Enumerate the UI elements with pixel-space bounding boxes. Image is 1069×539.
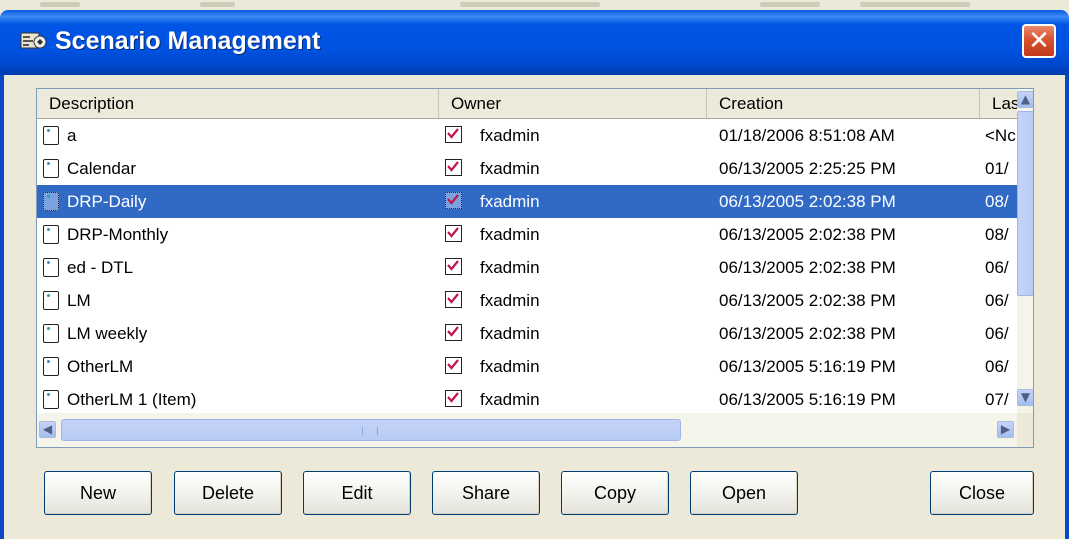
- cell-last: 08/: [985, 192, 1009, 211]
- scenario-management-dialog: Scenario Management ✕ Description Owner …: [0, 10, 1069, 539]
- cell-creation: 06/13/2005 2:02:38 PM: [719, 258, 896, 277]
- open-button[interactable]: Open: [690, 471, 798, 515]
- cell-owner: fxadmin: [480, 126, 540, 145]
- owner-check-icon: [445, 324, 462, 341]
- cell-description: OtherLM 1 (Item): [67, 390, 197, 409]
- column-header-last[interactable]: Las: [980, 89, 1017, 118]
- scroll-grip-icon: [362, 427, 378, 435]
- cell-creation: 06/13/2005 2:25:25 PM: [719, 159, 896, 178]
- cell-description: ed - DTL: [67, 258, 134, 277]
- cell-owner: fxadmin: [480, 192, 540, 211]
- chevron-down-icon: ▼: [1020, 390, 1031, 404]
- column-header-description[interactable]: Description: [37, 89, 439, 118]
- cell-owner: fxadmin: [480, 357, 540, 376]
- cell-description: DRP-Daily: [67, 192, 147, 211]
- horizontal-scrollbar[interactable]: ◀ ▶: [37, 413, 1017, 447]
- column-header-creation[interactable]: Creation: [707, 89, 980, 118]
- window-border-right: [1065, 75, 1069, 539]
- scenario-document-icon: [43, 291, 59, 310]
- edit-button[interactable]: Edit: [303, 471, 411, 515]
- table-row[interactable]: OtherLM 1 (Item) fxadmin 06/13/2005 5:16:1…: [37, 383, 1017, 416]
- owner-check-icon: [445, 357, 462, 374]
- table-row[interactable]: a fxadmin 01/18/2006 8:51:08 AM <Nc: [37, 119, 1017, 152]
- table-row[interactable]: Calendar fxadmin 06/13/2005 2:25:25 PM 01/: [37, 152, 1017, 185]
- chevron-left-icon: ◀: [42, 422, 53, 436]
- vertical-scroll-thumb[interactable]: [1017, 111, 1033, 296]
- title-bar[interactable]: Scenario Management ✕: [0, 10, 1069, 75]
- copy-button[interactable]: Copy: [561, 471, 669, 515]
- table-row[interactable]: ed - DTL fxadmin 06/13/2005 2:02:38 PM 06/: [37, 251, 1017, 284]
- scroll-down-button[interactable]: ▼: [1017, 389, 1033, 406]
- share-button[interactable]: Share: [432, 471, 540, 515]
- owner-check-icon: [445, 192, 462, 209]
- close-button[interactable]: Close: [930, 471, 1034, 515]
- scroll-left-button[interactable]: ◀: [39, 421, 56, 438]
- cell-description: LM weekly: [67, 324, 148, 343]
- owner-check-icon: [445, 390, 462, 407]
- owner-check-icon: [445, 258, 462, 275]
- chevron-right-icon: ▶: [1000, 422, 1011, 436]
- cell-owner: fxadmin: [480, 390, 540, 409]
- table-row[interactable]: LM fxadmin 06/13/2005 2:02:38 PM 06/: [37, 284, 1017, 317]
- owner-check-icon: [445, 159, 462, 176]
- owner-check-icon: [445, 126, 462, 143]
- scenario-document-icon: [43, 324, 59, 343]
- new-button[interactable]: New: [44, 471, 152, 515]
- owner-check-icon: [445, 225, 462, 242]
- scroll-up-button[interactable]: ▲: [1017, 91, 1033, 108]
- horizontal-scroll-thumb[interactable]: [61, 419, 681, 441]
- cell-last: 06/: [985, 258, 1009, 277]
- cell-owner: fxadmin: [480, 225, 540, 244]
- table-row[interactable]: OtherLM fxadmin 06/13/2005 5:16:19 PM 06/: [37, 350, 1017, 383]
- cell-description: LM: [67, 291, 91, 310]
- cell-owner: fxadmin: [480, 291, 540, 310]
- cell-description: OtherLM: [67, 357, 134, 376]
- chevron-up-icon: ▲: [1020, 92, 1031, 106]
- window-title: Scenario Management: [55, 27, 321, 55]
- scenario-document-icon: [43, 192, 59, 211]
- list-header: Description Owner Creation Las: [37, 89, 1017, 119]
- close-window-button[interactable]: ✕: [1022, 24, 1056, 58]
- scroll-right-button[interactable]: ▶: [997, 421, 1014, 438]
- cell-last: <Nc: [985, 126, 1016, 145]
- column-header-owner[interactable]: Owner: [439, 89, 707, 118]
- scrollbar-corner: [1017, 413, 1033, 447]
- cell-description: DRP-Monthly: [67, 225, 169, 244]
- cell-description: a: [67, 126, 77, 145]
- scenario-document-icon: [43, 390, 59, 409]
- cell-creation: 06/13/2005 5:16:19 PM: [719, 390, 896, 409]
- window-border-left: [0, 75, 4, 539]
- cell-creation: 06/13/2005 2:02:38 PM: [719, 225, 896, 244]
- scenario-document-icon: [43, 225, 59, 244]
- cell-last: 08/: [985, 225, 1009, 244]
- cell-last: 06/: [985, 357, 1009, 376]
- cell-creation: 01/18/2006 8:51:08 AM: [719, 126, 895, 145]
- close-icon: ✕: [1028, 26, 1050, 56]
- table-row[interactable]: LM weekly fxadmin 06/13/2005 2:02:38 PM 06/: [37, 317, 1017, 350]
- cell-last: 07/: [985, 390, 1009, 409]
- cell-last: 06/: [985, 291, 1009, 310]
- scenario-document-icon: [43, 258, 59, 277]
- cell-creation: 06/13/2005 2:02:38 PM: [719, 324, 896, 343]
- owner-check-icon: [445, 291, 462, 308]
- scenario-document-icon: [43, 159, 59, 178]
- app-icon: [20, 30, 48, 52]
- scenario-list[interactable]: Description Owner Creation Las a fxadmin 0…: [36, 88, 1034, 448]
- cell-last: 06/: [985, 324, 1009, 343]
- cell-owner: fxadmin: [480, 258, 540, 277]
- vertical-scrollbar[interactable]: ▲ ▼: [1017, 89, 1033, 413]
- delete-button[interactable]: Delete: [174, 471, 282, 515]
- table-row[interactable]: DRP-Monthly fxadmin 06/13/2005 2:02:38 PM 0…: [37, 218, 1017, 251]
- scenario-document-icon: [43, 126, 59, 145]
- cell-creation: 06/13/2005 5:16:19 PM: [719, 357, 896, 376]
- cell-last: 01/: [985, 159, 1009, 178]
- cell-creation: 06/13/2005 2:02:38 PM: [719, 192, 896, 211]
- cell-creation: 06/13/2005 2:02:38 PM: [719, 291, 896, 310]
- cell-owner: fxadmin: [480, 324, 540, 343]
- scenario-document-icon: [43, 357, 59, 376]
- table-row[interactable]: DRP-Daily fxadmin 06/13/2005 2:02:38 PM 08/: [37, 185, 1017, 218]
- cell-description: Calendar: [67, 159, 136, 178]
- cell-owner: fxadmin: [480, 159, 540, 178]
